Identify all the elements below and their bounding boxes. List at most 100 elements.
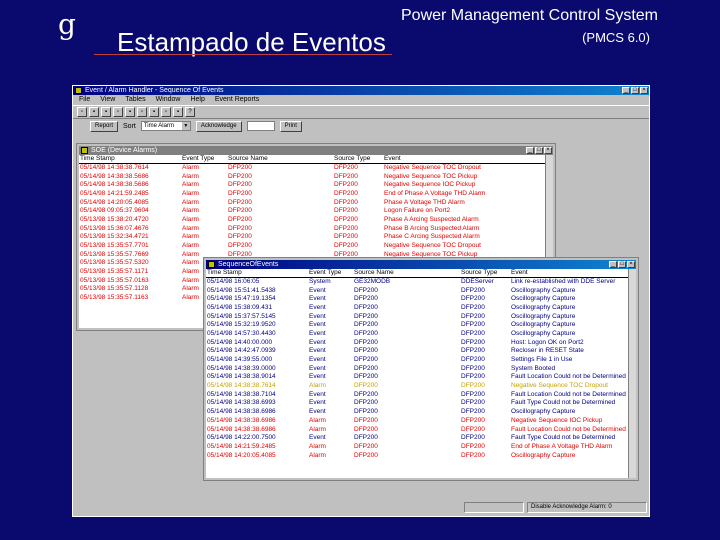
table-row[interactable]: 05/14/98 14:21:59.2485 Alarm DFP200 DFP200 E… — [79, 189, 547, 198]
table-row[interactable]: 05/14/98 14:42:47.0939 Event DFP200 DFP200 R… — [206, 347, 630, 356]
minimize-button[interactable]: _ — [622, 87, 630, 94]
col-time-stamp[interactable]: Time Stamp — [79, 155, 181, 164]
col-source-type[interactable]: Source Type — [333, 155, 383, 164]
table-row[interactable]: 05/14/98 14:57:30.4430 Event DFP200 DFP200 O… — [206, 329, 630, 338]
table-row[interactable]: 05/14/98 14:20:05.4085 Alarm DFP200 DFP200 P… — [79, 198, 547, 207]
seq-col-event[interactable]: Event — [510, 269, 630, 278]
app-titlebar[interactable]: Event / Alarm Handler - Sequence Of Even… — [73, 86, 649, 95]
table-row[interactable]: 05/14/98 15:38:09.431 Event DFP200 DFP200 Os… — [206, 303, 630, 312]
table-cell: DFP200 — [354, 390, 378, 398]
print-icon[interactable]: ▫ — [113, 107, 123, 117]
app-icon — [75, 87, 82, 94]
table-row[interactable]: 05/13/98 15:32:34.4721 Alarm DFP200 DFP200 P… — [79, 233, 547, 242]
seq-col-time-stamp[interactable]: Time Stamp — [206, 269, 308, 278]
col-source-name[interactable]: Source Name — [227, 155, 333, 164]
menu-file[interactable]: File — [79, 95, 90, 105]
table-row[interactable]: 05/14/98 14:20:05.4085 Alarm DFP200 DFP200 O… — [206, 451, 630, 460]
seq-col-source-type[interactable]: Source Type — [460, 269, 510, 278]
col-event[interactable]: Event — [383, 155, 547, 164]
find-icon[interactable]: ▪ — [149, 107, 159, 117]
event-alarm-handler-window[interactable]: Event / Alarm Handler - Sequence Of Even… — [72, 85, 650, 517]
table-row[interactable]: 05/14/98 15:37:57.5145 Event DFP200 DFP200 O… — [206, 312, 630, 321]
table-cell: Alarm — [182, 215, 199, 223]
menu-help[interactable]: Help — [190, 95, 204, 105]
table-row[interactable]: 05/14/98 14:40:00.000 Event DFP200 DFP200 Ho… — [206, 338, 630, 347]
table-row[interactable]: 05/14/98 14:38:38.9014 Event DFP200 DFP200 F… — [206, 373, 630, 382]
table-cell: End of Phase A Voltage THD Alarm — [511, 442, 613, 450]
table-row[interactable]: 05/14/98 14:38:38.7614 Alarm DFP200 DFP200 N… — [206, 381, 630, 390]
menu-window[interactable]: Window — [156, 95, 181, 105]
table-row[interactable]: 05/14/98 15:51:41.5438 Event DFP200 DFP200 O… — [206, 286, 630, 295]
sort-select[interactable]: Time Alarm ▼ — [140, 121, 191, 131]
menubar: File View Tables Window Help Event Repor… — [73, 95, 649, 105]
table-row[interactable]: 05/14/98 14:39:55.000 Event DFP200 DFP200 Se… — [206, 355, 630, 364]
col-event-type[interactable]: Event Type — [181, 155, 227, 164]
table-row[interactable]: 05/14/98 09:05:37.9604 Alarm DFP200 DFP200 L… — [79, 206, 547, 215]
table-cell: DFP200 — [334, 207, 358, 215]
table-row[interactable]: 05/14/98 14:22:00.7500 Event DFP200 DFP200 F… — [206, 433, 630, 442]
table-cell: DFP200 — [228, 215, 252, 223]
table-row[interactable]: 05/14/98 14:38:38.5686 Alarm DFP200 DFP200 N… — [79, 172, 547, 181]
sequence-of-events-window[interactable]: SequenceOfEvents _ □ × Time Stamp Event … — [203, 257, 639, 481]
properties-icon[interactable]: ▪ — [173, 107, 183, 117]
table-cell: DFP200 — [228, 172, 252, 180]
table-cell: 05/14/98 14:38:38.6993 — [207, 399, 276, 407]
table-row[interactable]: 05/14/98 14:38:38.7104 Event DFP200 DFP200 F… — [206, 390, 630, 399]
filter-field[interactable] — [246, 121, 275, 131]
menu-view[interactable]: View — [100, 95, 115, 105]
table-cell: Alarm — [182, 242, 199, 250]
print-button[interactable]: Print — [279, 120, 302, 132]
seq-scrollbar[interactable] — [628, 269, 636, 478]
table-row[interactable]: 05/14/98 16:06:05 System GE32MODB DDEServer… — [206, 277, 630, 286]
table-cell: Negative Sequence TOC Dropout — [511, 382, 608, 390]
seq-minimize-button[interactable]: _ — [609, 261, 617, 268]
table-row[interactable]: 05/14/98 14:38:38.6986 Event DFP200 DFP200 O… — [206, 407, 630, 416]
soe-minimize-button[interactable]: _ — [526, 147, 534, 154]
table-row[interactable]: 05/14/98 15:32:19.9520 Event DFP200 DFP200 O… — [206, 320, 630, 329]
menu-tables[interactable]: Tables — [125, 95, 145, 105]
chart-icon[interactable]: ▪ — [125, 107, 135, 117]
report-button[interactable]: Report — [90, 120, 119, 132]
table-cell: System Booted — [511, 364, 556, 372]
table-row[interactable]: 05/14/98 14:38:39.0000 Event DFP200 DFP200 S… — [206, 364, 630, 373]
help-icon[interactable]: ? — [185, 107, 195, 117]
maximize-button[interactable]: □ — [631, 87, 639, 94]
table-row[interactable]: 05/14/98 14:38:38.6986 Alarm DFP200 DFP200 F… — [206, 425, 630, 434]
chevron-down-icon[interactable]: ▼ — [181, 122, 190, 130]
save-icon[interactable]: ▪ — [101, 107, 111, 117]
table-row[interactable]: 05/14/98 15:47:19.1354 Event DFP200 DFP200 O… — [206, 294, 630, 303]
table-row[interactable]: 05/13/98 15:35:57.7701 Alarm DFP200 DFP200 N… — [79, 241, 547, 250]
seq-col-source-name[interactable]: Source Name — [353, 269, 460, 278]
filter-icon[interactable]: ▫ — [137, 107, 147, 117]
table-cell: 05/14/98 14:38:38.7614 — [207, 382, 276, 390]
soe-maximize-button[interactable]: □ — [535, 147, 543, 154]
seq-maximize-button[interactable]: □ — [618, 261, 626, 268]
new-icon[interactable]: ▫ — [77, 107, 87, 117]
seq-titlebar[interactable]: SequenceOfEvents _ □ × — [206, 260, 636, 269]
table-row[interactable]: 05/14/98 14:38:38.5686 Alarm DFP200 DFP200 N… — [79, 180, 547, 189]
table-row[interactable]: 05/13/98 15:36:07.4676 Alarm DFP200 DFP200 P… — [79, 224, 547, 233]
table-cell: DFP200 — [354, 295, 378, 303]
table-row[interactable]: 05/14/98 14:38:38.6986 Alarm DFP200 DFP200 N… — [206, 416, 630, 425]
table-row[interactable]: 05/14/98 14:38:38.6993 Event DFP200 DFP200 F… — [206, 399, 630, 408]
table-row[interactable]: 05/14/98 14:21:59.2485 Alarm DFP200 DFP200 E… — [206, 442, 630, 451]
table-cell: Event — [309, 408, 326, 416]
open-icon[interactable]: ▪ — [89, 107, 99, 117]
soe-titlebar[interactable]: SOE (Device Alarms) _ □ × — [79, 146, 553, 155]
refresh-icon[interactable]: ▫ — [161, 107, 171, 117]
seq-col-event-type[interactable]: Event Type — [308, 269, 353, 278]
table-cell: 05/13/98 15:38:20.4720 — [80, 215, 149, 223]
close-button[interactable]: × — [640, 87, 648, 94]
menu-event-reports[interactable]: Event Reports — [215, 95, 259, 105]
table-cell: DDEServer — [461, 278, 494, 286]
table-cell: Fault Type Could not be Determined — [511, 434, 616, 442]
table-cell: Oscillography Capture — [511, 451, 576, 459]
table-cell: Alarm — [182, 181, 199, 189]
acknowledge-button[interactable]: Acknowledge — [195, 120, 242, 132]
table-cell: Fault Location Could not be Determined — [511, 373, 626, 381]
soe-close-button[interactable]: × — [544, 147, 552, 154]
seq-close-button[interactable]: × — [627, 261, 635, 268]
table-row[interactable]: 05/13/98 15:38:20.4720 Alarm DFP200 DFP200 P… — [79, 215, 547, 224]
table-cell: System — [309, 278, 331, 286]
table-row[interactable]: 05/14/98 14:38:38.7614 Alarm DFP200 DFP200 N… — [79, 163, 547, 172]
